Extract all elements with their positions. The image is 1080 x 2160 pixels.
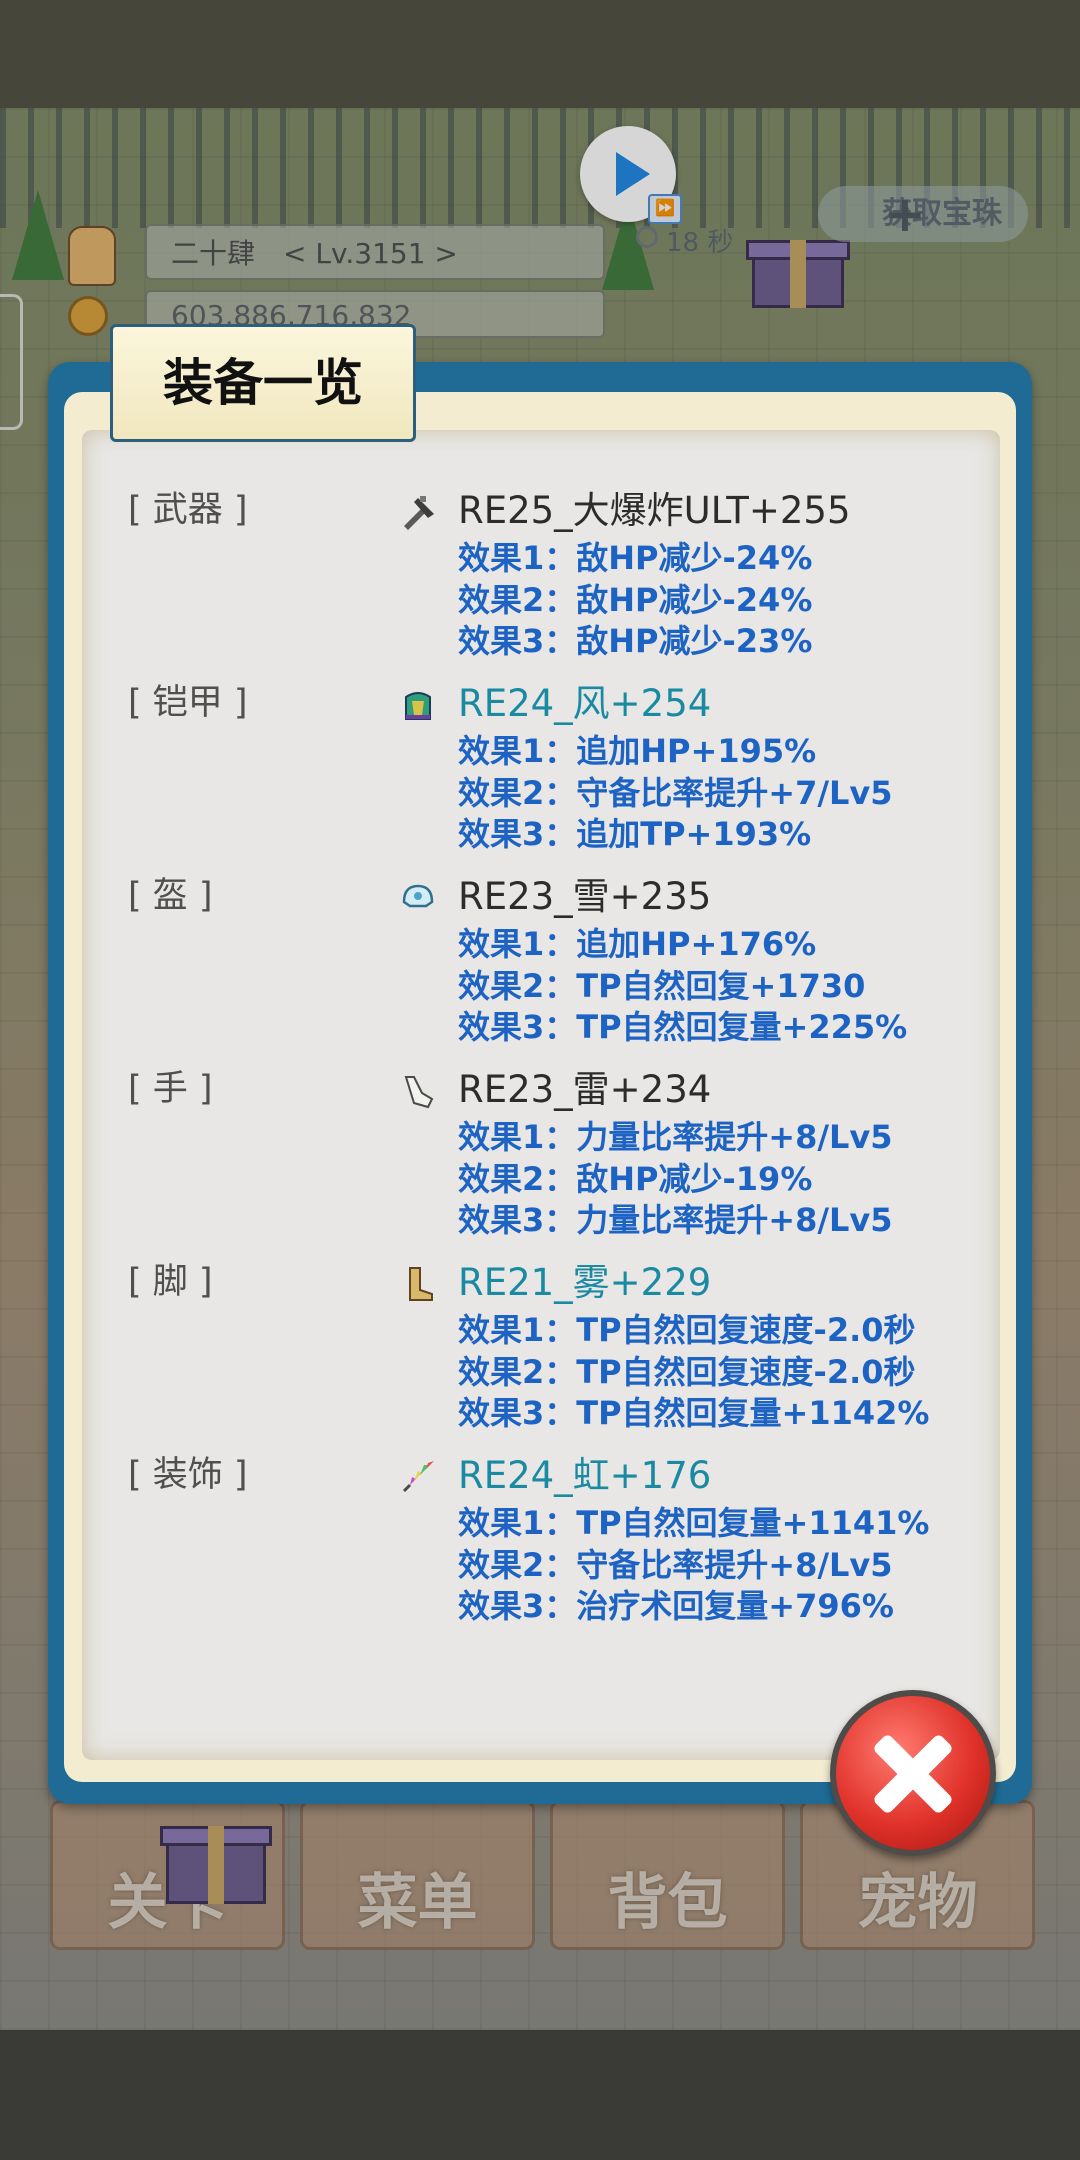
effect-line: 效果3：力量比率提升+8/Lv5 (458, 1201, 893, 1239)
equipment-slot-accessory: [ 装饰 ] RE24_虹+176 效果1：TP自然回复量+1141% 效果2：… (128, 1451, 1008, 1641)
effect-list: 效果1：追加HP+176% 效果2：TP自然回复+1730 效果3：TP自然回复… (458, 924, 907, 1049)
effect-line: 效果1：TP自然回复速度-2.0秒 (458, 1311, 916, 1349)
close-button[interactable] (830, 1690, 996, 1856)
effect-line: 效果1：敌HP减少-24% (458, 539, 813, 577)
effect-line: 效果3：TP自然回复量+225% (458, 1008, 908, 1046)
equipment-slot-weapon: [ 武器 ] RE25_大爆炸ULT+255 效果1：敌HP减少-24% 效果2… (128, 486, 1008, 676)
effect-line: 效果1：力量比率提升+8/Lv5 (458, 1118, 893, 1156)
effect-line: 效果2：守备比率提升+8/Lv5 (458, 1545, 893, 1584)
feather-icon (402, 1461, 434, 1493)
effect-list: 效果1：敌HP减少-24% 效果2：敌HP减少-24% 效果3：敌HP减少-23… (458, 538, 812, 663)
slot-label: [ 手 ] (128, 1069, 213, 1109)
effect-line: 效果2：敌HP减少-19% (458, 1159, 813, 1198)
effect-line: 效果3：敌HP减少-23% (458, 622, 813, 660)
equipment-slot-feet: [ 脚 ] RE21_雾+229 效果1：TP自然回复速度-2.0秒 效果2：T… (128, 1258, 1008, 1448)
gauntlet-icon (404, 1076, 434, 1109)
navigation-bar (0, 2030, 1080, 2160)
effect-list: 效果1：TP自然回复量+1141% 效果2：守备比率提升+8/Lv5 效果3：治… (458, 1503, 930, 1628)
slot-label: [ 装饰 ] (128, 1455, 248, 1495)
status-bar (0, 0, 1080, 108)
helmet-icon (402, 884, 434, 908)
slot-label: [ 盔 ] (128, 876, 213, 916)
effect-list: 效果1：TP自然回复速度-2.0秒 效果2：TP自然回复速度-2.0秒 效果3：… (458, 1310, 930, 1435)
dialog-title: 装备一览 (110, 324, 416, 442)
equipment-name: RE25_大爆炸ULT+255 (458, 489, 851, 532)
effect-line: 效果2：TP自然回复速度-2.0秒 (458, 1352, 916, 1391)
equipment-name: RE21_雾+229 (458, 1261, 712, 1304)
effect-line: 效果3：追加TP+193% (458, 815, 812, 853)
boot-icon (409, 1267, 433, 1301)
effect-line: 效果3：治疗术回复量+796% (458, 1587, 894, 1625)
slot-label: [ 武器 ] (128, 490, 248, 530)
effect-line: 效果1：追加HP+195% (458, 732, 817, 770)
equipment-name: RE23_雷+234 (458, 1068, 712, 1111)
effect-line: 效果2：TP自然回复+1730 (458, 966, 866, 1005)
effect-line: 效果3：TP自然回复量+1142% (458, 1394, 930, 1432)
effect-list: 效果1：力量比率提升+8/Lv5 效果2：敌HP减少-19% 效果3：力量比率提… (458, 1117, 893, 1242)
slot-label: [ 铠甲 ] (128, 683, 248, 723)
equipment-name: RE24_虹+176 (458, 1454, 712, 1497)
equipment-slot-helmet: [ 盔 ] RE23_雪+235 效果1：追加HP+176% 效果2：TP自然回… (128, 872, 1008, 1062)
equipment-name: RE23_雪+235 (458, 875, 712, 918)
equipment-slot-armor: [ 铠甲 ] RE24_风+254 效果1：追加HP+195% 效果2：守备比率… (128, 679, 1008, 869)
sword-icon (404, 496, 434, 530)
slot-label: [ 脚 ] (128, 1262, 213, 1302)
effect-line: 效果1：TP自然回复量+1141% (458, 1504, 930, 1542)
effect-line: 效果1：追加HP+176% (458, 925, 817, 963)
effect-line: 效果2：守备比率提升+7/Lv5 (458, 773, 893, 812)
armor-icon (405, 692, 431, 720)
equipment-slot-hands: [ 手 ] RE23_雷+234 效果1：力量比率提升+8/Lv5 效果2：敌H… (128, 1065, 1008, 1255)
equipment-name: RE24_风+254 (458, 682, 712, 725)
effect-line: 效果2：敌HP减少-24% (458, 580, 813, 619)
effect-list: 效果1：追加HP+195% 效果2：守备比率提升+7/Lv5 效果3：追加TP+… (458, 731, 893, 856)
